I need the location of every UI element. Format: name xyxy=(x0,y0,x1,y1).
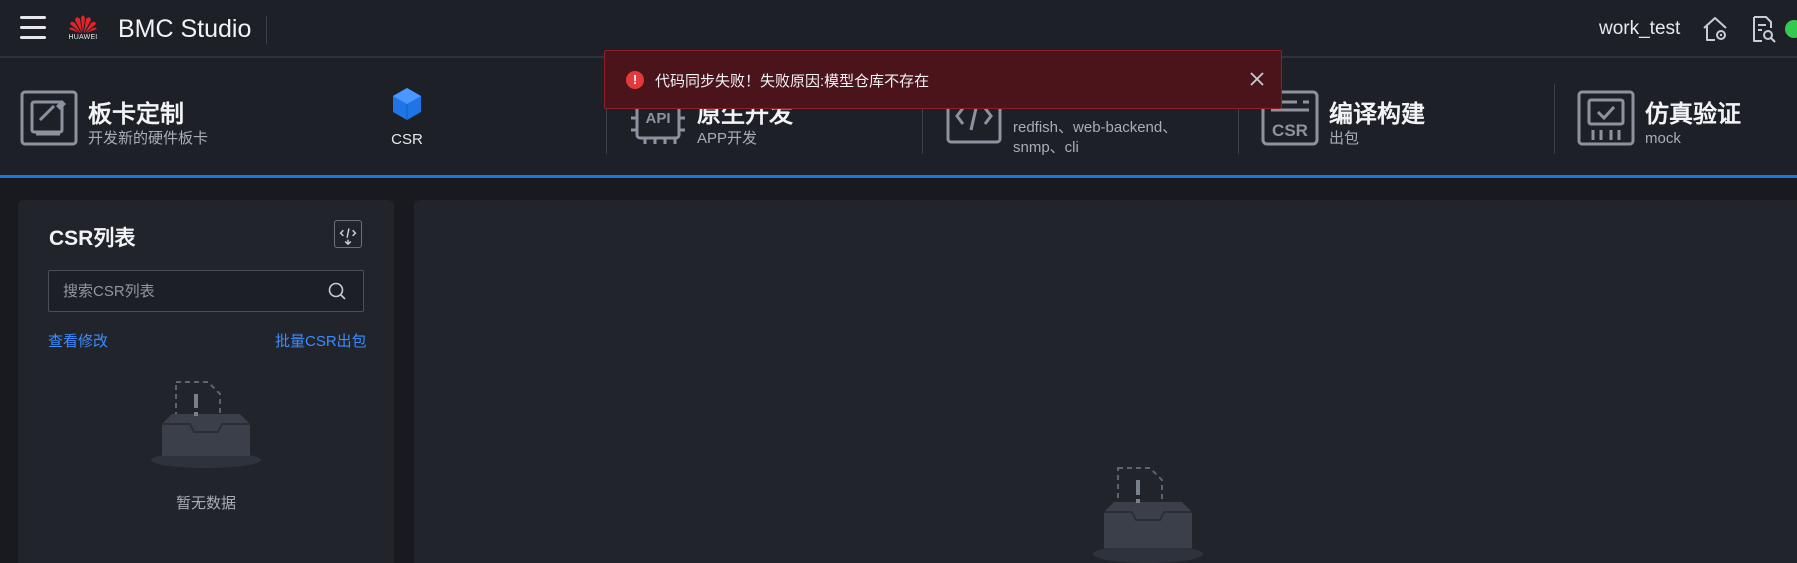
document-search-icon[interactable] xyxy=(1748,14,1778,44)
title-divider xyxy=(266,16,267,44)
view-changes-link[interactable]: 查看修改 xyxy=(48,330,108,351)
stage-board-customization[interactable]: 板卡定制 开发新的硬件板卡 xyxy=(20,58,260,175)
empty-text: 暂无数据 xyxy=(175,495,236,512)
app-title: BMC Studio xyxy=(118,15,252,43)
toast-message: 代码同步失败！失败原因:模型仓库不存在 xyxy=(655,73,930,90)
search-input[interactable] xyxy=(49,271,319,311)
import-code-icon[interactable] xyxy=(334,220,362,248)
error-icon: ! xyxy=(626,71,644,89)
stage-compile-build[interactable]: CSR 编译构建 出包 xyxy=(1261,58,1491,175)
batch-package-link[interactable]: 批量CSR出包 xyxy=(275,330,367,351)
tab-csr[interactable]: CSR xyxy=(384,86,430,166)
stage-simulation-verification[interactable]: 仿真验证 mock xyxy=(1577,58,1787,175)
logo-text: HUAWEI xyxy=(68,34,98,41)
project-name[interactable]: work_test xyxy=(1599,18,1680,40)
empty-data-icon xyxy=(1093,467,1203,563)
stage-name: 编译构建 xyxy=(1329,101,1425,128)
stage-desc: 开发新的硬件板卡 xyxy=(88,130,209,147)
search-field xyxy=(48,270,364,312)
stage-name: 仿真验证 xyxy=(1645,101,1741,128)
close-icon[interactable] xyxy=(1243,65,1271,93)
huawei-logo: HUAWEI xyxy=(66,12,100,46)
huawei-flower-icon xyxy=(69,15,97,33)
simulation-monitor-icon xyxy=(1577,90,1635,146)
stage-divider xyxy=(1554,84,1555,154)
home-settings-icon[interactable] xyxy=(1700,14,1730,44)
board-icon xyxy=(20,90,78,146)
menu-icon[interactable] xyxy=(20,16,46,40)
stage-desc: mock xyxy=(1645,130,1681,147)
csr-cube-icon xyxy=(393,88,421,120)
tab-csr-label: CSR xyxy=(391,131,423,148)
error-toast: ! 代码同步失败！失败原因:模型仓库不存在 xyxy=(604,50,1282,109)
panel-title: CSR列表 xyxy=(49,227,136,250)
stage-desc-line: snmp、cli xyxy=(1013,139,1079,156)
empty-data-icon xyxy=(151,381,261,468)
stage-desc: 出包 xyxy=(1329,130,1360,147)
search-icon[interactable] xyxy=(327,281,347,301)
svg-text:API: API xyxy=(645,110,670,127)
stage-desc: APP开发 xyxy=(697,130,758,147)
status-indicator xyxy=(1785,20,1797,38)
svg-text:CSR: CSR xyxy=(1272,121,1308,140)
csr-list-panel: CSR列表 查看修改 批量CSR出包 暂无数据 xyxy=(18,200,394,563)
stage-desc-line: redfish、web-backend、 xyxy=(1013,119,1178,136)
main-content-panel xyxy=(414,200,1797,563)
stage-name: 板卡定制 xyxy=(88,101,184,128)
